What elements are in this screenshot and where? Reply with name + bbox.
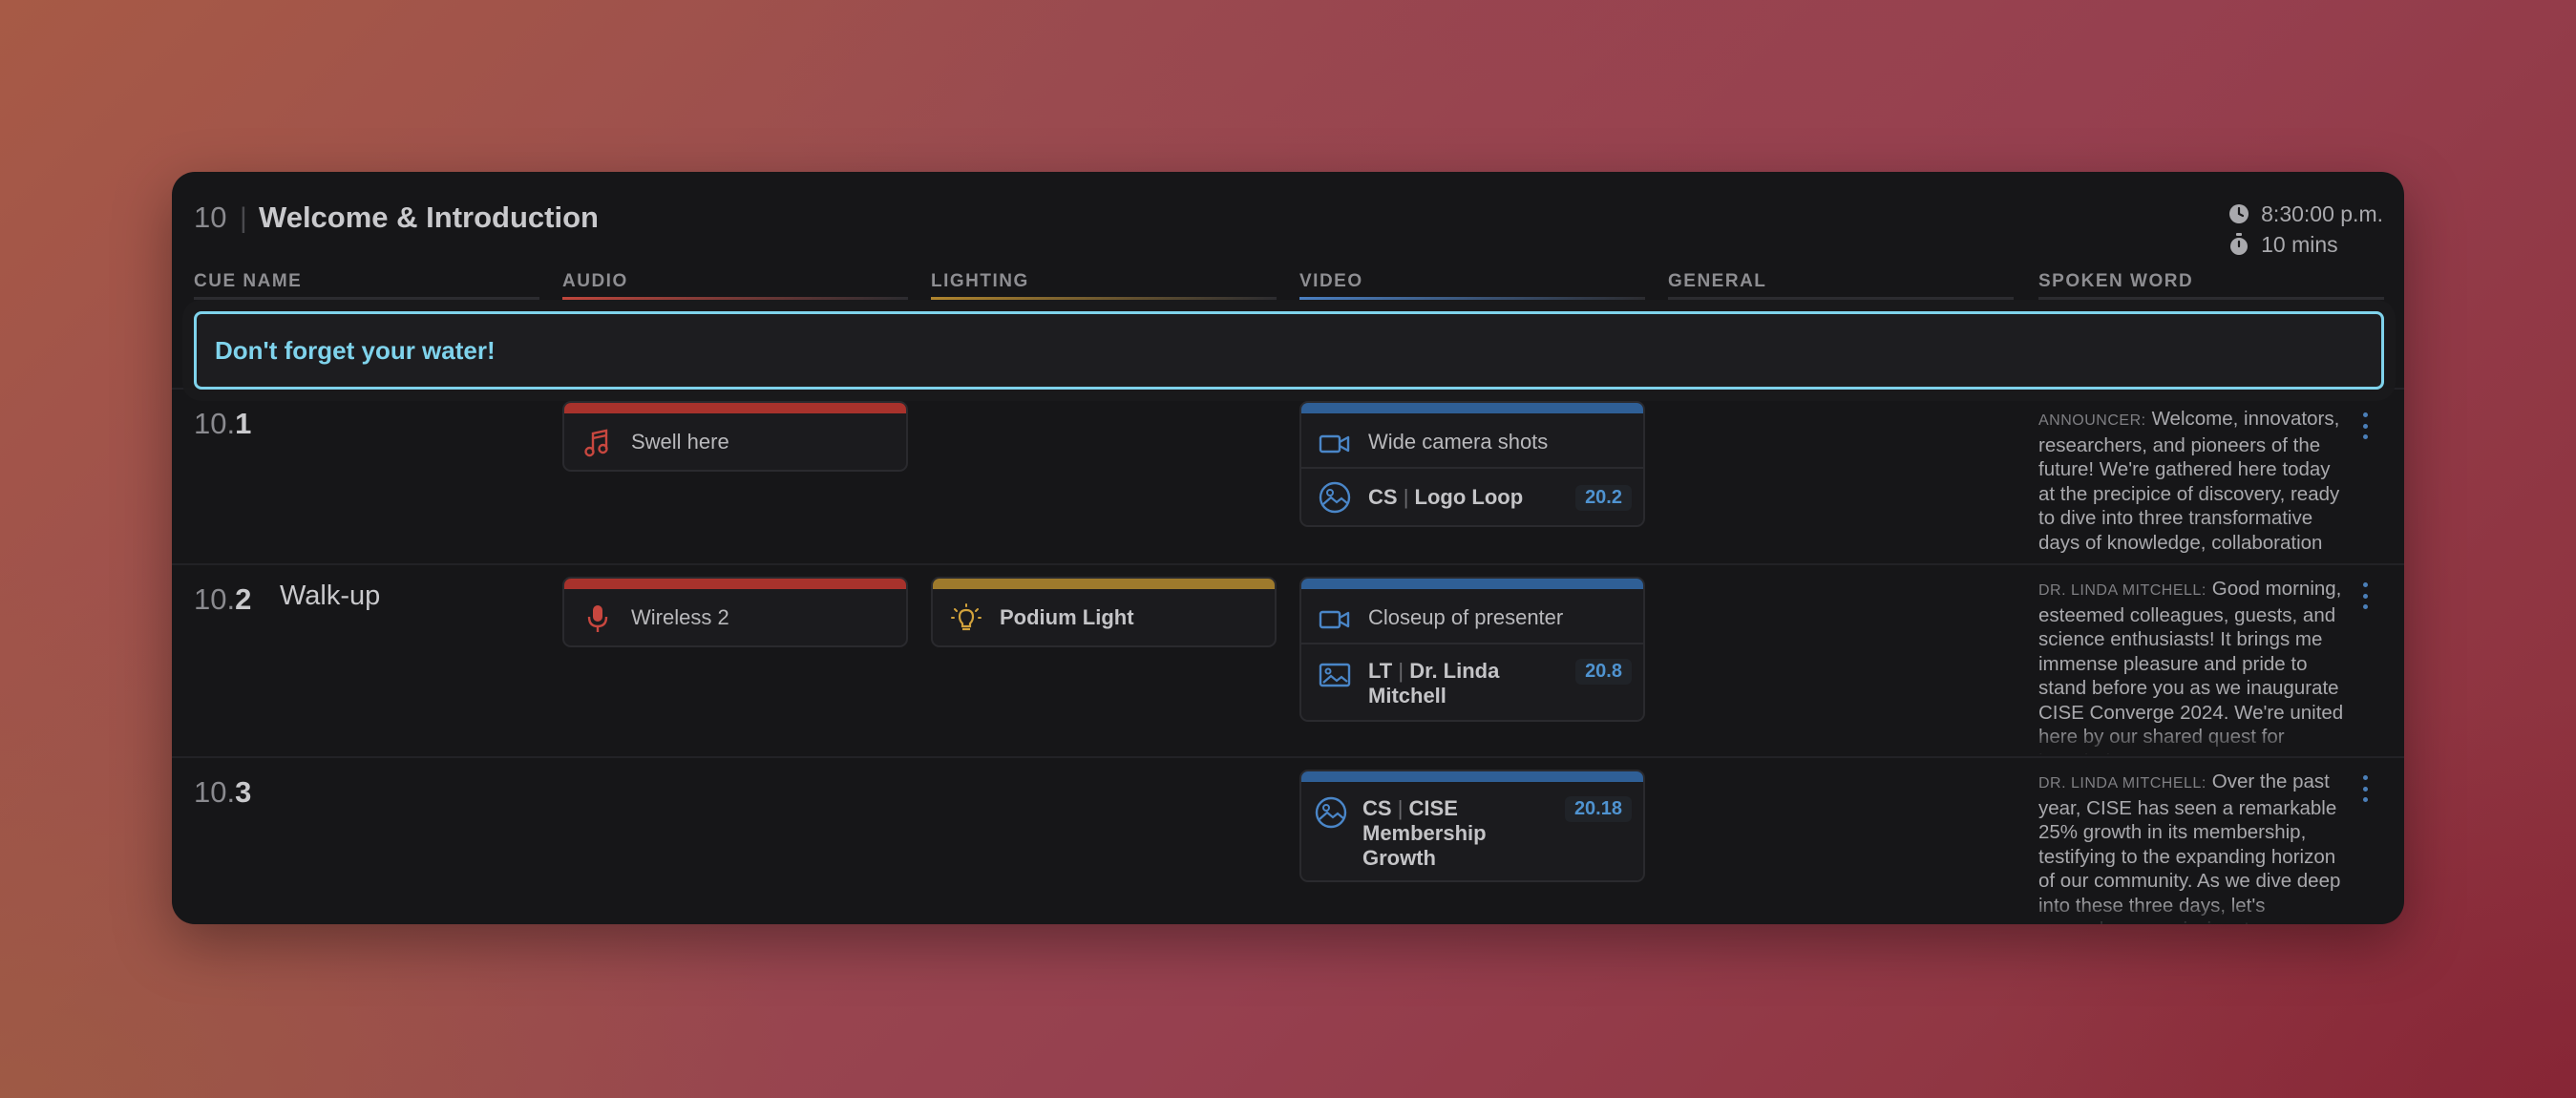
lighting-cue-chip[interactable]: Podium Light <box>931 577 1277 647</box>
image-circle-icon <box>1315 796 1347 829</box>
cue-card: 10 | Welcome & Introduction 8:30:00 p.m.… <box>172 172 2404 924</box>
column-header-video[interactable]: VIDEO <box>1299 271 1645 300</box>
video-asset-label: CS | Logo Loop <box>1368 485 1524 509</box>
microphone-icon <box>581 602 614 635</box>
audio-cue-label: Wireless 2 <box>631 605 729 629</box>
title-separator: | <box>240 202 247 234</box>
audio-cue-chip[interactable]: Swell here <box>562 401 908 472</box>
duration: 10 mins <box>2261 231 2338 257</box>
column-header-general[interactable]: GENERAL <box>1668 271 2014 300</box>
video-cue-label: Closeup of presenter <box>1368 605 1564 629</box>
spoken-word-text: ANNOUNCER: Welcome, innovators, researche… <box>2038 408 2340 554</box>
asset-badge[interactable]: 20.18 <box>1564 796 1632 822</box>
audio-cue-chip[interactable]: Wireless 2 <box>562 577 908 647</box>
spoken-fade <box>2038 899 2349 924</box>
column-headers: CUE NAME AUDIO LIGHTING VIDEO GENERAL SP… <box>194 271 2384 300</box>
column-header-lighting[interactable]: LIGHTING <box>931 271 1277 300</box>
cue-title[interactable]: Welcome & Introduction <box>259 201 599 235</box>
cue-meta: 8:30:00 p.m. 10 mins <box>2228 199 2383 260</box>
video-cue-chip[interactable]: CS | CISE Membership Growth 20.18 <box>1299 770 1645 882</box>
video-cue-label: Wide camera shots <box>1368 430 1549 454</box>
row-cue-name[interactable]: Walk-up <box>280 581 380 612</box>
notice-text: Don't forget your water! <box>215 336 496 365</box>
asset-badge[interactable]: 20.2 <box>1575 485 1632 511</box>
video-asset-label: LT | Dr. Linda Mitchell <box>1368 659 1500 707</box>
clock-icon <box>2229 204 2249 223</box>
stopwatch-icon <box>2230 233 2249 255</box>
audio-cue-label: Swell here <box>631 430 729 454</box>
more-options-icon[interactable] <box>2360 412 2370 439</box>
row-number: 10.3 <box>194 775 252 809</box>
cue-row[interactable]: 10.1 Swell here Wide camera shots CS | L… <box>172 388 2404 563</box>
row-number: 10.1 <box>194 407 252 440</box>
cue-row[interactable]: 10.3 CS | CISE Membership Growth 20.18 DR.… <box>172 756 2404 924</box>
row-number: 10.2 <box>194 582 252 616</box>
video-cue-chip[interactable]: Closeup of presenter LT | Dr. Linda Mitch… <box>1299 577 1645 722</box>
column-header-cue-name[interactable]: CUE NAME <box>194 271 539 300</box>
column-header-audio[interactable]: AUDIO <box>562 271 908 300</box>
music-note-icon <box>581 427 614 459</box>
start-time: 8:30:00 p.m. <box>2261 201 2383 226</box>
notice-banner[interactable]: Don't forget your water! <box>194 311 2384 390</box>
more-options-icon[interactable] <box>2360 582 2370 609</box>
video-camera-icon <box>1319 603 1351 636</box>
column-header-spoken-word[interactable]: SPOKEN WORD <box>2038 271 2384 300</box>
cue-row[interactable]: 10.2 Walk-up Wireless 2 Podium Light Clo… <box>172 563 2404 756</box>
image-circle-icon <box>1319 481 1351 514</box>
video-asset-label: CS | CISE Membership Growth <box>1362 796 1487 870</box>
lighting-cue-label: Podium Light <box>1000 605 1134 629</box>
more-options-icon[interactable] <box>2360 775 2370 802</box>
cue-number: 10 <box>194 201 227 234</box>
spoken-fade <box>2038 728 2349 756</box>
video-camera-icon <box>1319 428 1351 460</box>
video-cue-chip[interactable]: Wide camera shots CS | Logo Loop 20.2 <box>1299 401 1645 527</box>
image-frame-icon <box>1319 659 1351 691</box>
lightbulb-icon <box>950 602 982 635</box>
asset-badge[interactable]: 20.8 <box>1575 659 1632 685</box>
